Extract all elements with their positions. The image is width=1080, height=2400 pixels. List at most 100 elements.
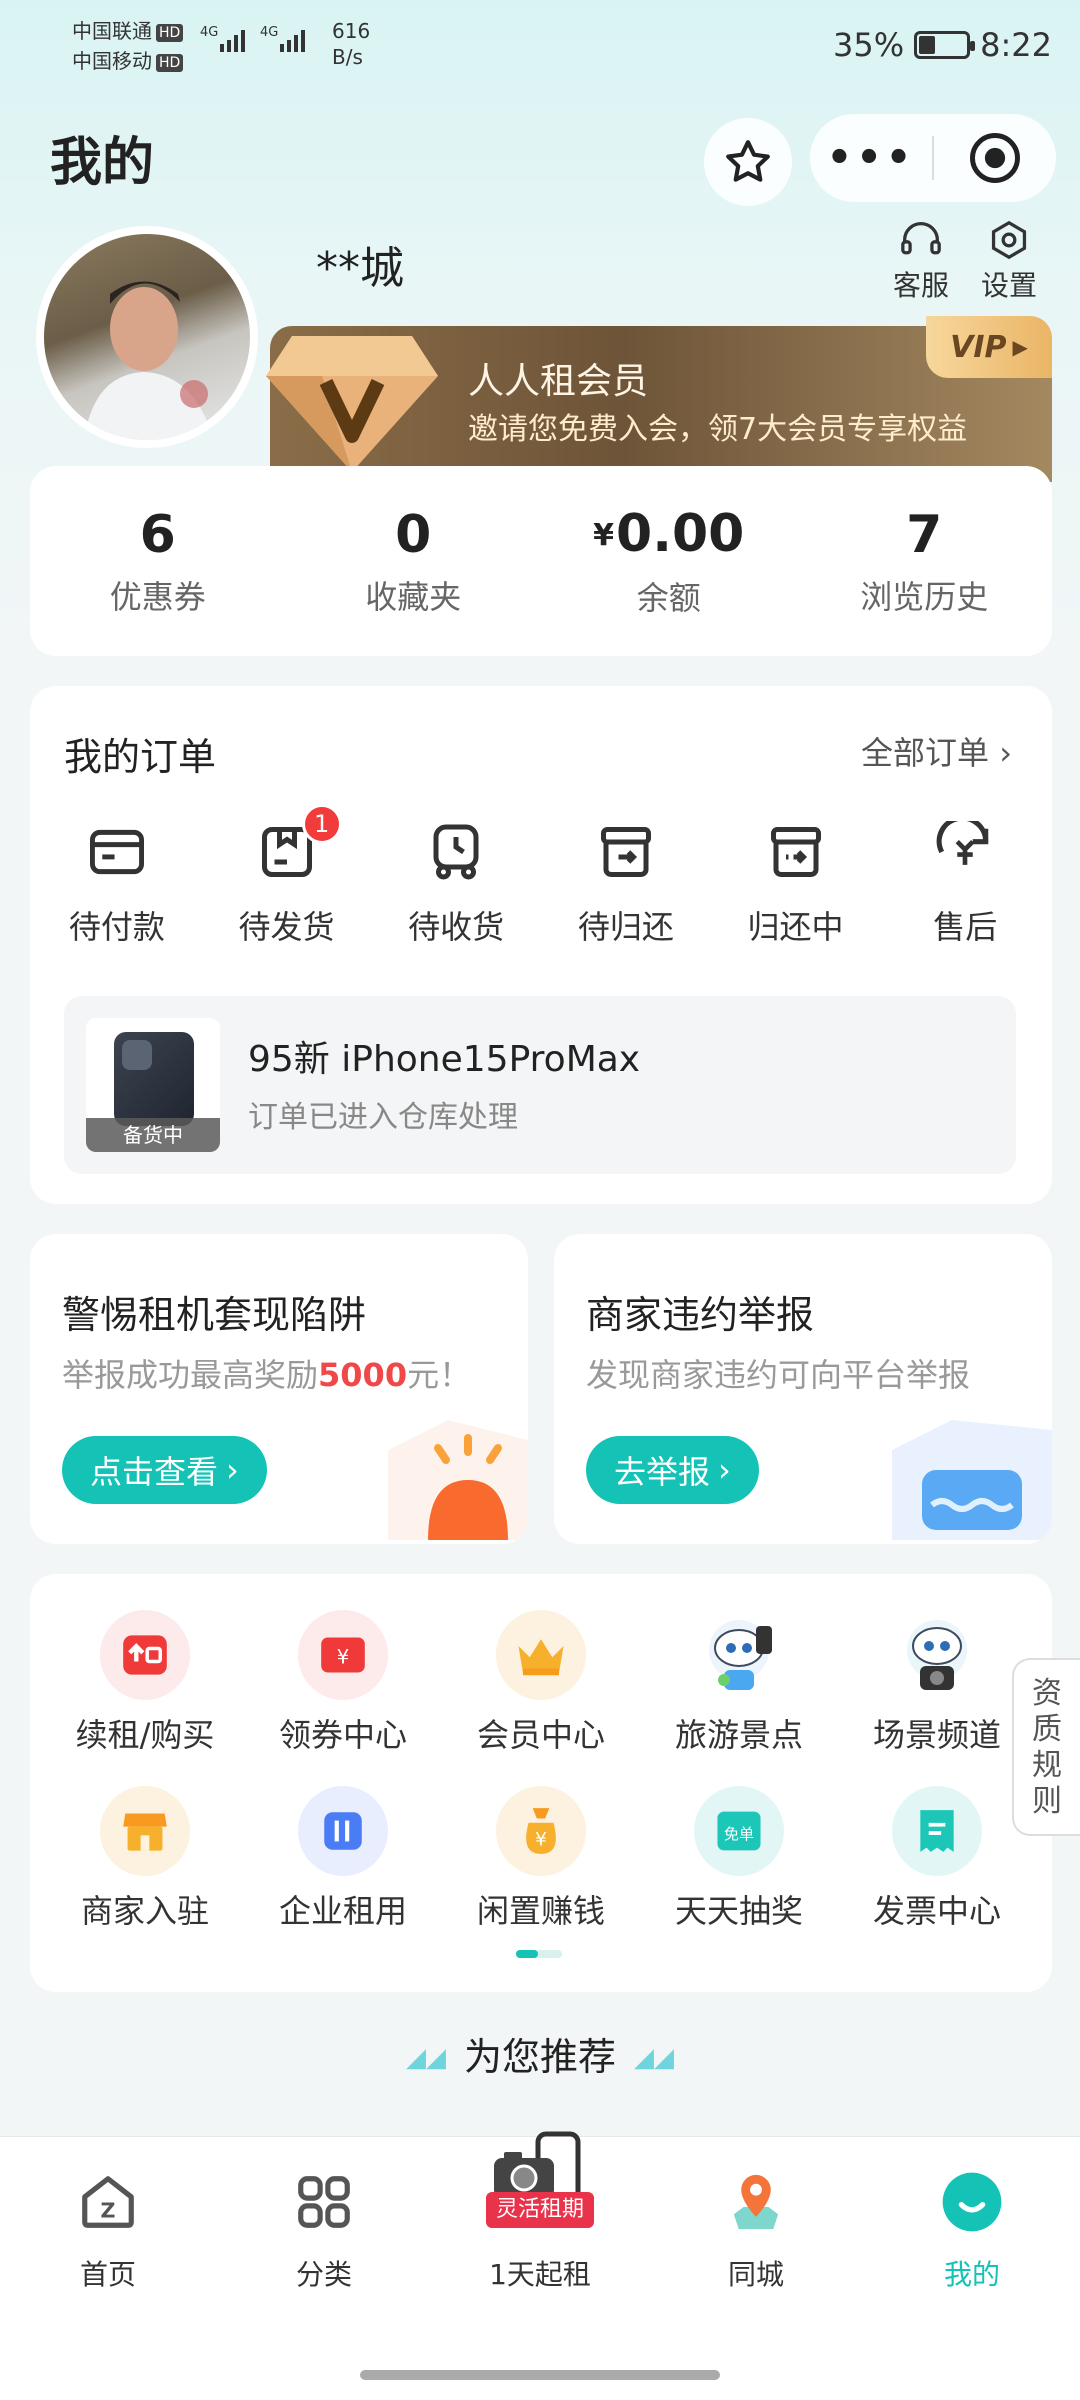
order-label: 待发货 bbox=[238, 908, 335, 946]
home-indicator[interactable] bbox=[360, 2370, 720, 2380]
promo-fraud-warning[interactable]: 警惕租机套现陷阱 举报成功最高奖励5000元！ 点击查看 › bbox=[30, 1234, 528, 1544]
favorite-button[interactable] bbox=[704, 118, 792, 206]
carrier-info: 中国联通 HD 中国移动 HD bbox=[72, 16, 184, 76]
recommend-title: 为您推荐 bbox=[463, 2035, 616, 2079]
username: **城 bbox=[316, 243, 404, 294]
nav-label: 首页 bbox=[79, 2258, 136, 2291]
svg-text:免单: 免单 bbox=[724, 1826, 754, 1844]
profile-icon bbox=[937, 2167, 1007, 2237]
stat-history[interactable]: 7 浏览历史 bbox=[797, 466, 1053, 656]
qualification-rules-label: 资质规则 bbox=[1032, 1676, 1062, 1819]
recommend-header: ◢◢ 为您推荐 ◢◢ bbox=[0, 2026, 1080, 2081]
returning-box-icon bbox=[762, 818, 830, 886]
nav-profile[interactable]: 我的 bbox=[864, 2167, 1080, 2293]
order-pending-shipment[interactable]: 1 待发货 bbox=[202, 804, 372, 948]
stat-number: ¥0.00 bbox=[593, 503, 744, 567]
service-label: 企业租用 bbox=[278, 1892, 407, 1930]
promo-merchant-report[interactable]: 商家违约举报 发现商家违约可向平台举报 去举报 › bbox=[554, 1234, 1052, 1544]
service-merchant-join[interactable]: 商家入驻 bbox=[46, 1786, 244, 1932]
order-pending-return[interactable]: 待归还 bbox=[541, 818, 711, 948]
order-pending-receipt[interactable]: 待收货 bbox=[371, 818, 541, 948]
close-miniprogram-button[interactable] bbox=[934, 131, 1056, 185]
svg-text:¥: ¥ bbox=[337, 1646, 350, 1669]
target-icon bbox=[970, 133, 1020, 183]
nav-home[interactable]: Z 首页 bbox=[0, 2167, 216, 2293]
chevron-right-icon: › bbox=[226, 1451, 239, 1489]
order-preview-card[interactable]: 备货中 95新 iPhone15ProMax 订单已进入仓库处理 bbox=[64, 996, 1016, 1174]
service-label: 天天抽奖 bbox=[674, 1892, 803, 1930]
more-button[interactable]: ••• bbox=[810, 135, 932, 181]
invoice-icon bbox=[892, 1786, 982, 1876]
avatar[interactable] bbox=[36, 226, 258, 448]
service-idle-earn[interactable]: ¥ 闲置赚钱 bbox=[442, 1786, 640, 1932]
stat-coupons[interactable]: 6 优惠券 bbox=[30, 466, 286, 656]
product-thumbnail: 备货中 bbox=[86, 1018, 220, 1152]
signal-icon: 4G 4G bbox=[200, 22, 320, 62]
service-invoice[interactable]: 发票中心 bbox=[838, 1786, 1036, 1932]
decoration-icon: ◢◢ bbox=[405, 2043, 446, 2073]
button-label: 去举报 bbox=[614, 1453, 711, 1491]
travel-mascot-icon bbox=[694, 1610, 784, 1700]
order-after-sales[interactable]: 售后 bbox=[880, 818, 1050, 948]
service-renew-buy[interactable]: 续租/购买 bbox=[46, 1610, 244, 1756]
speed-value: 616 bbox=[332, 19, 371, 43]
mini-program-capsule: ••• bbox=[810, 114, 1056, 202]
stat-balance[interactable]: ¥0.00 余额 bbox=[541, 466, 797, 656]
profile-actions: 客服 设置 bbox=[888, 220, 1042, 304]
qualification-rules-tab[interactable]: 资质规则 bbox=[1012, 1658, 1080, 1836]
nav-label: 分类 bbox=[295, 2258, 352, 2291]
button-label: 点击查看 bbox=[90, 1453, 219, 1491]
nav-category[interactable]: 分类 bbox=[216, 2167, 432, 2293]
order-badge: 1 bbox=[301, 804, 342, 844]
chevron-right-icon: › bbox=[718, 1451, 731, 1489]
service-label: 客服 bbox=[892, 269, 949, 302]
star-icon bbox=[726, 140, 770, 182]
orders-title: 我的订单 bbox=[64, 735, 217, 779]
service-coupons[interactable]: ¥ 领券中心 bbox=[244, 1610, 442, 1756]
network-speed: 616 B/s bbox=[332, 18, 370, 70]
balance-value: 0.00 bbox=[616, 504, 745, 564]
all-orders-link[interactable]: 全部订单 › bbox=[861, 728, 1012, 774]
play-arrow-icon: ▶ bbox=[1012, 335, 1028, 359]
order-label: 待归还 bbox=[577, 908, 674, 946]
battery-percent: 35% bbox=[833, 26, 905, 64]
service-lottery[interactable]: 免单 天天抽奖 bbox=[640, 1786, 838, 1932]
promo-subtitle: 举报成功最高奖励5000元！ bbox=[62, 1350, 471, 1396]
service-enterprise[interactable]: 企业租用 bbox=[244, 1786, 442, 1932]
battery-area: 35% 8:22 bbox=[833, 26, 1052, 64]
svg-text:4G: 4G bbox=[260, 25, 278, 40]
service-label: 会员中心 bbox=[476, 1716, 605, 1754]
service-label: 场景频道 bbox=[872, 1716, 1001, 1754]
report-button[interactable]: 去举报 › bbox=[586, 1436, 759, 1504]
decoration-icon: ◢◢ bbox=[634, 2043, 674, 2073]
vip-tag[interactable]: VIP ▶ bbox=[926, 316, 1052, 378]
refund-icon bbox=[931, 818, 999, 886]
location-icon bbox=[721, 2167, 791, 2237]
stat-label: 优惠券 bbox=[109, 578, 206, 616]
stat-favorites[interactable]: 0 收藏夹 bbox=[286, 466, 542, 656]
chevron-right-icon: › bbox=[999, 734, 1012, 772]
order-status-text: 订单已进入仓库处理 bbox=[248, 1100, 518, 1135]
coupon-icon: ¥ bbox=[298, 1610, 388, 1700]
stat-label: 收藏夹 bbox=[365, 578, 462, 616]
service-membership[interactable]: 会员中心 bbox=[442, 1610, 640, 1756]
crown-icon bbox=[496, 1610, 586, 1700]
nav-label: 1天起租 bbox=[489, 2258, 591, 2291]
settings-button[interactable]: 设置 bbox=[976, 220, 1042, 304]
shop-icon bbox=[100, 1786, 190, 1876]
orders-card: 我的订单 全部订单 › 待付款 1 待发货 待收货 待归还 归还中 售后 备货中… bbox=[30, 686, 1052, 1204]
speed-unit: B/s bbox=[332, 45, 363, 69]
lottery-icon: 免单 bbox=[694, 1786, 784, 1876]
service-travel[interactable]: 旅游景点 bbox=[640, 1610, 838, 1756]
order-pending-payment[interactable]: 待付款 bbox=[32, 818, 202, 948]
gear-icon bbox=[991, 220, 1027, 260]
order-label: 售后 bbox=[933, 908, 998, 946]
phone-image bbox=[114, 1032, 194, 1126]
order-returning[interactable]: 归还中 bbox=[711, 818, 881, 948]
nav-local[interactable]: 同城 bbox=[648, 2167, 864, 2293]
report-icon bbox=[882, 1410, 1052, 1544]
service-scenes[interactable]: 场景频道 bbox=[838, 1610, 1036, 1756]
product-name: 95新 iPhone15ProMax bbox=[248, 1039, 641, 1080]
customer-service-button[interactable]: 客服 bbox=[888, 220, 954, 304]
view-details-button[interactable]: 点击查看 › bbox=[62, 1436, 267, 1504]
